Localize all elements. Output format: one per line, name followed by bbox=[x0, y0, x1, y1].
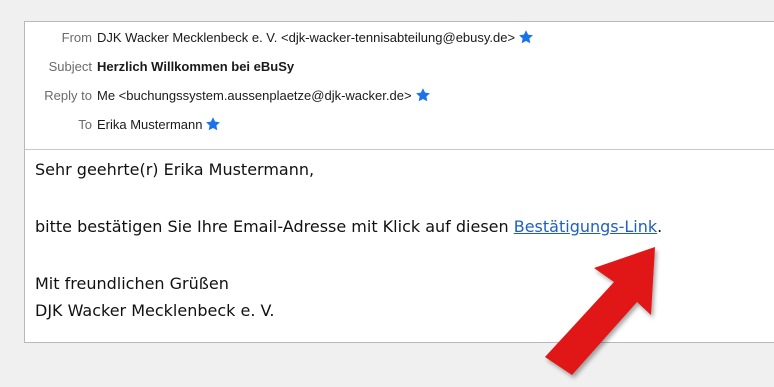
to-row: To Erika Mustermann bbox=[25, 113, 221, 135]
reply-to-row: Reply to Me <buchungssystem.aussenplaetz… bbox=[25, 84, 431, 106]
closing-text: Mit freundlichen Grüßen bbox=[35, 274, 229, 293]
sentence-prefix: bitte bestätigen Sie Ihre Email-Adresse … bbox=[35, 217, 514, 236]
message-body: Sehr geehrte(r) Erika Mustermann, bitte … bbox=[25, 150, 774, 342]
star-icon[interactable] bbox=[518, 29, 534, 45]
message-header: From DJK Wacker Mecklenbeck e. V. <djk-w… bbox=[25, 22, 774, 150]
reply-to-label: Reply to bbox=[44, 87, 92, 103]
sentence-suffix: . bbox=[657, 217, 663, 236]
subject-row: Subject Herzlich Willkommen bei eBuSy bbox=[25, 55, 294, 77]
signature-text: DJK Wacker Mecklenbeck e. V. bbox=[35, 301, 275, 320]
greeting-text: Sehr geehrte(r) Erika Mustermann, bbox=[35, 160, 315, 179]
subject-label: Subject bbox=[48, 58, 92, 74]
to-value[interactable]: Erika Mustermann bbox=[97, 117, 202, 132]
subject-value: Herzlich Willkommen bei eBuSy bbox=[97, 58, 295, 74]
star-icon[interactable] bbox=[415, 87, 431, 103]
email-message-frame: From DJK Wacker Mecklenbeck e. V. <djk-w… bbox=[24, 21, 774, 343]
reply-to-value[interactable]: Me <buchungssystem.aussenplaetze@djk-wac… bbox=[97, 88, 412, 103]
confirmation-link[interactable]: Bestätigungs-Link bbox=[514, 217, 657, 236]
from-label: From bbox=[61, 29, 92, 45]
from-value[interactable]: DJK Wacker Mecklenbeck e. V. <djk-wacker… bbox=[97, 30, 515, 45]
to-label: To bbox=[78, 116, 92, 132]
confirm-sentence: bitte bestätigen Sie Ihre Email-Adresse … bbox=[35, 217, 662, 236]
star-icon[interactable] bbox=[205, 116, 221, 132]
from-row: From DJK Wacker Mecklenbeck e. V. <djk-w… bbox=[25, 26, 534, 48]
